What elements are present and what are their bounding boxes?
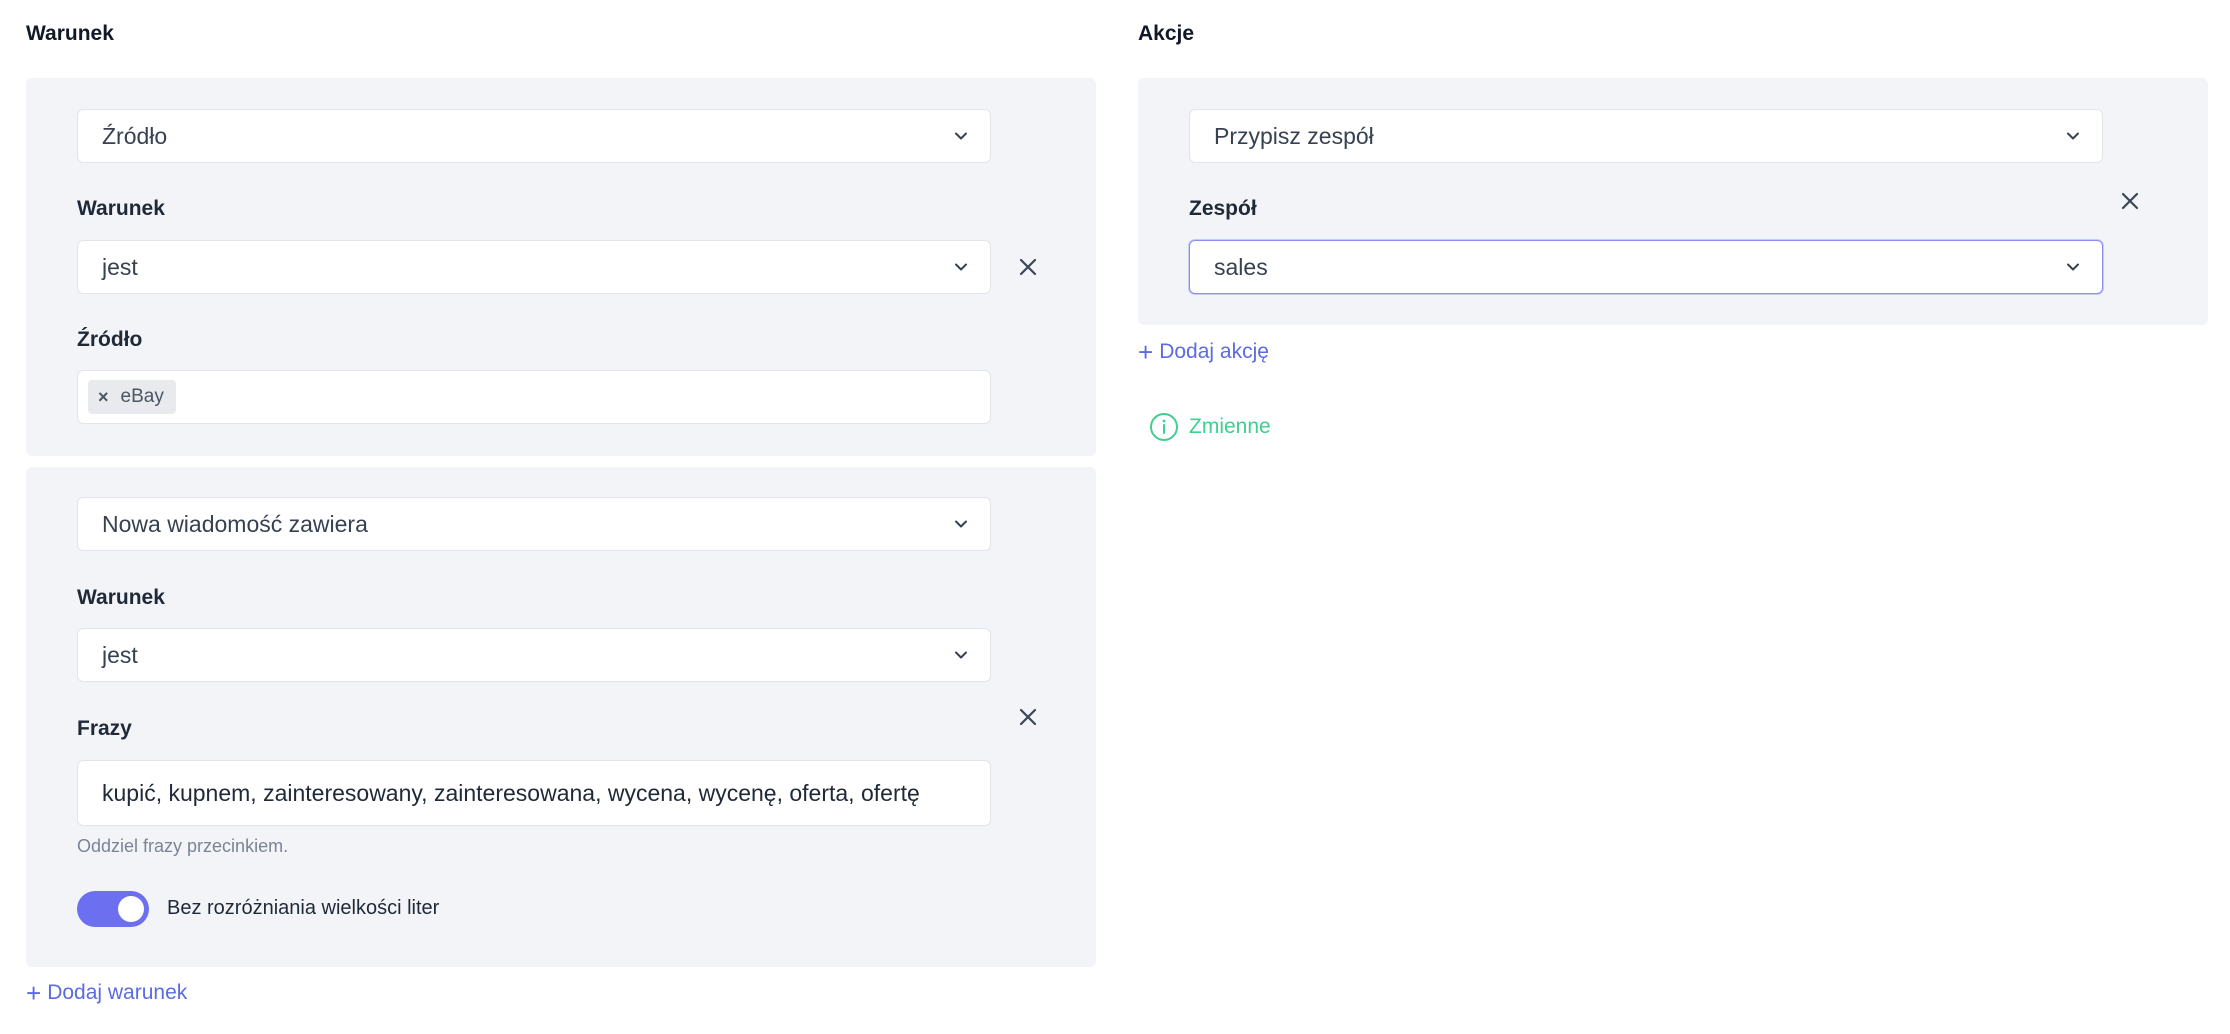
chevron-down-icon bbox=[955, 651, 967, 659]
chevron-down-icon bbox=[2067, 132, 2079, 140]
add-action-label: Dodaj akcję bbox=[1159, 340, 1269, 363]
plus-icon: + bbox=[26, 978, 42, 1008]
condition-operator-value: jest bbox=[102, 253, 138, 280]
condition-panel-source: Źródło Warunek jest Źródło × eBay bbox=[26, 78, 1096, 456]
tag-label: eBay bbox=[120, 386, 164, 407]
condition-operator-select[interactable]: jest bbox=[77, 628, 991, 682]
close-icon[interactable] bbox=[1016, 705, 1040, 729]
phrases-label: Frazy bbox=[77, 717, 132, 740]
team-select[interactable]: sales bbox=[1189, 240, 2103, 294]
chevron-down-icon bbox=[955, 263, 967, 271]
condition-operator-select[interactable]: jest bbox=[77, 240, 991, 294]
condition-operator-label: Warunek bbox=[77, 586, 165, 609]
toggle-knob bbox=[118, 896, 144, 922]
close-icon[interactable] bbox=[2118, 189, 2142, 213]
action-type-value: Przypisz zespół bbox=[1214, 122, 1374, 149]
case-insensitive-toggle[interactable] bbox=[77, 891, 149, 927]
variables-link[interactable]: Zmienne bbox=[1149, 412, 1271, 442]
phrases-hint: Oddziel frazy przecinkiem. bbox=[77, 836, 289, 856]
team-label: Zespół bbox=[1189, 197, 1257, 220]
condition-type-select[interactable]: Źródło bbox=[77, 109, 991, 163]
close-icon[interactable] bbox=[1016, 255, 1040, 279]
actions-title: Akcje bbox=[1138, 22, 1195, 45]
team-value: sales bbox=[1214, 253, 1268, 280]
condition-operator-label: Warunek bbox=[77, 197, 165, 220]
chevron-down-icon bbox=[955, 520, 967, 528]
add-condition-button[interactable]: + Dodaj warunek bbox=[26, 980, 187, 1006]
case-insensitive-label: Bez rozróżniania wielkości liter bbox=[167, 897, 440, 919]
action-type-select[interactable]: Przypisz zespół bbox=[1189, 109, 2103, 163]
condition-type-value: Nowa wiadomość zawiera bbox=[102, 510, 368, 537]
tag-ebay: × eBay bbox=[88, 380, 176, 414]
info-circle-icon bbox=[1150, 413, 1178, 441]
condition-panel-message: Nowa wiadomość zawiera Warunek jest Fraz… bbox=[26, 467, 1096, 967]
chevron-down-icon bbox=[955, 132, 967, 140]
plus-icon: + bbox=[1138, 337, 1154, 367]
source-tags-input[interactable]: × eBay bbox=[77, 370, 991, 424]
source-label: Źródło bbox=[77, 328, 143, 351]
add-condition-label: Dodaj warunek bbox=[47, 981, 188, 1004]
condition-type-select[interactable]: Nowa wiadomość zawiera bbox=[77, 497, 991, 551]
tag-remove-icon[interactable]: × bbox=[98, 387, 109, 408]
chevron-down-icon bbox=[2067, 263, 2079, 271]
add-action-button[interactable]: + Dodaj akcję bbox=[1138, 339, 1269, 365]
condition-type-value: Źródło bbox=[102, 122, 168, 149]
condition-operator-value: jest bbox=[102, 641, 138, 668]
action-panel-team: Przypisz zespół Zespół sales bbox=[1138, 78, 2208, 325]
conditions-title: Warunek bbox=[26, 22, 114, 45]
variables-label: Zmienne bbox=[1189, 415, 1271, 438]
phrases-input[interactable]: kupić, kupnem, zainteresowany, zainteres… bbox=[77, 760, 991, 826]
